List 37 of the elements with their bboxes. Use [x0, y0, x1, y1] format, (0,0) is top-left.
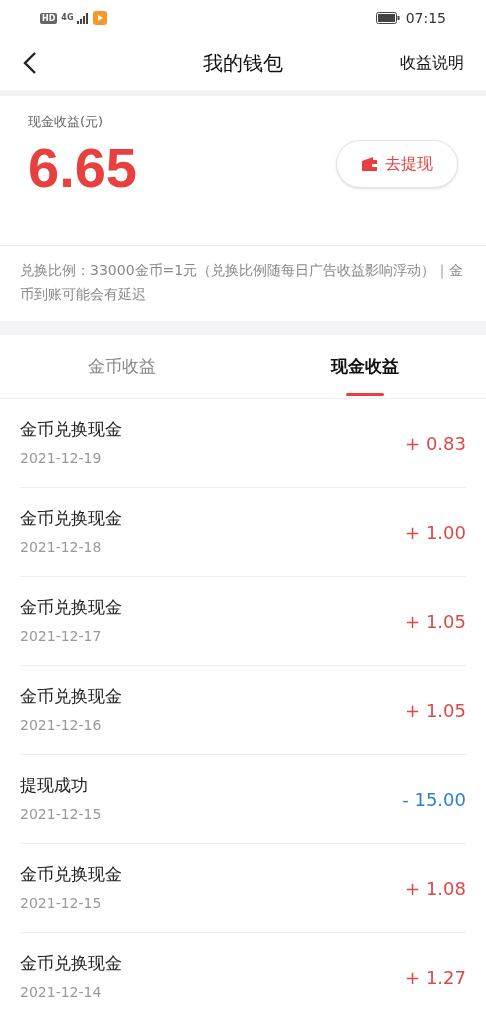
status-time: 07:15 [405, 8, 446, 28]
transaction-title: 金币兑换现金 [20, 506, 122, 530]
signal-icon [77, 12, 90, 24]
transaction-amount: - 15.00 [402, 787, 466, 812]
wallet-icon [361, 157, 377, 171]
app-notification-icon [93, 11, 108, 25]
cash-amount: 6.65 [28, 135, 137, 200]
transaction-date: 2021-12-19 [20, 449, 103, 469]
transaction-title: 金币兑换现金 [20, 684, 122, 708]
hd-badge: HD [40, 12, 58, 24]
transaction-amount: + 0.83 [405, 431, 466, 456]
transaction-title: 金币兑换现金 [20, 417, 122, 441]
transaction-title: 金币兑换现金 [20, 862, 122, 886]
cash-earnings-label: 现金收益(元) [28, 113, 105, 131]
transaction-title: 金币兑换现金 [20, 951, 122, 975]
page-title: 我的钱包 [203, 50, 283, 77]
transaction-title: 金币兑换现金 [20, 595, 122, 619]
back-icon[interactable] [22, 51, 38, 75]
transaction-date: 2021-12-18 [20, 538, 103, 558]
battery-icon [375, 12, 400, 24]
earnings-info-link[interactable]: 收益说明 [400, 51, 464, 75]
transaction-amount: + 1.05 [405, 609, 466, 634]
network-label: 4G [61, 14, 74, 22]
transaction-date: 2021-12-16 [20, 716, 103, 736]
transaction-date: 2021-12-17 [20, 627, 103, 647]
transaction-date: 2021-12-15 [20, 805, 102, 825]
tab[interactable]: 现金收益 [243, 335, 486, 398]
withdraw-button[interactable]: 去提现 [336, 140, 458, 188]
transaction-date: 2021-12-15 [20, 894, 103, 914]
tab[interactable]: 金币收益 [0, 335, 243, 398]
transaction-date: 2021-12-14 [20, 983, 103, 1003]
transaction-amount: + 1.08 [405, 876, 466, 901]
transaction-title: 提现成功 [20, 773, 89, 797]
transaction-amount: + 1.05 [405, 698, 466, 723]
exchange-rate-notice: 兑换比例：33000金币=1元（兑换比例随每日广告收益影响浮动）｜金币到账可能会有延迟 [19, 261, 465, 304]
transaction-amount: + 1.27 [405, 965, 466, 990]
transaction-amount: + 1.00 [405, 520, 466, 545]
